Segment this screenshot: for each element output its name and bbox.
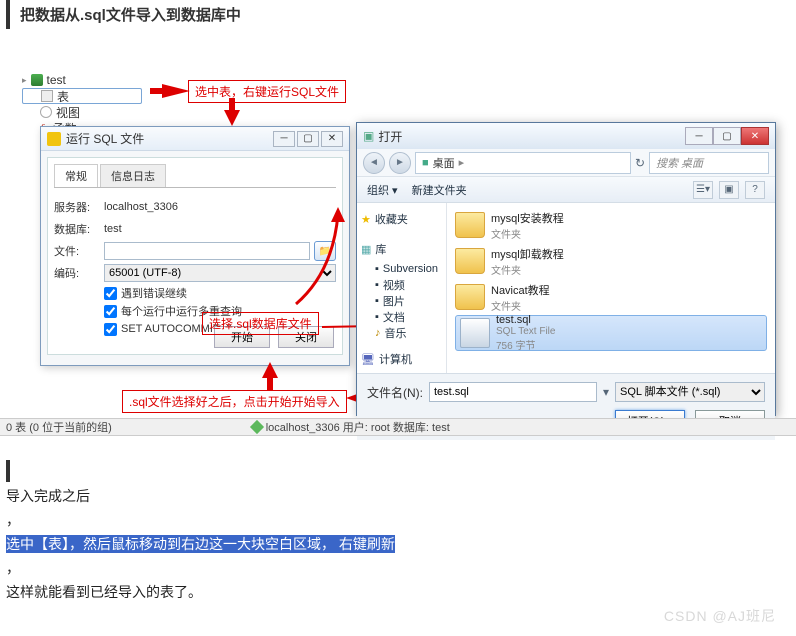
sidebar-pictures[interactable]: ▪图片 [375,293,442,309]
sidebar-computer[interactable]: 🖥计算机 [361,351,442,367]
help-button[interactable]: ? [745,181,765,199]
tab-general[interactable]: 常规 [54,164,98,187]
path-breadcrumb[interactable]: ■桌面▸ [415,152,631,174]
tree-views[interactable]: 视图 [22,104,182,120]
status-left: 0 表 (0 位于当前的组) [6,419,112,435]
view-icon [40,106,52,118]
dialog-icon [47,132,61,146]
post-comma: ， [6,510,20,530]
annotation-click-start: .sql文件选择好之后，点击开始开始导入 [122,390,347,413]
value-database: test [104,223,122,235]
minimize-button[interactable]: ─ [273,131,295,147]
table-icon [41,90,53,102]
file-item-folder[interactable]: mysql卸载教程文件夹 [455,243,767,279]
file-item-folder[interactable]: mysql安装教程文件夹 [455,207,767,243]
value-server: localhost_3306 [104,201,178,213]
dialog-titlebar[interactable]: 运行 SQL 文件 ─ ▢ ✕ [41,127,349,151]
sql-file-icon [460,318,490,348]
sidebar-libraries[interactable]: ▦库 [361,241,442,257]
tree-tables[interactable]: 表 [22,88,142,104]
file-list[interactable]: mysql安装教程文件夹 mysql卸载教程文件夹 Navicat教程文件夹 t… [447,203,775,373]
file-item-folder[interactable]: Navicat教程文件夹 [455,279,767,315]
doc-title: 把数据从.sql文件导入到数据库中 [6,0,790,29]
open-file-dialog: ▣ 打开 ─ ▢ ✕ ◄ ► ■桌面▸ ↻ 搜索 桌面 组织 ▾ 新建文件夹 ☰… [356,122,776,416]
label-database: 数据库: [54,221,104,237]
close-button[interactable]: ✕ [321,131,343,147]
arrow-icon [150,81,190,101]
folder-icon [455,248,485,274]
post-text-3: 这样就能看到已经导入的表了。 [6,582,202,602]
preview-pane-button[interactable]: ▣ [719,181,739,199]
screenshot-area: ▸test 表 视图 fx函数 选中表，右键运行SQL文件 运行 SQL 文件 … [12,60,784,430]
view-mode-button[interactable]: ☰▾ [693,181,713,199]
chk-autocommit[interactable] [104,323,117,336]
label-file: 文件: [54,243,104,259]
post-text-highlighted: 选中【表】，然后鼠标移动到右边这一大块空白区域， 右键刷新 [6,535,395,553]
sidebar-favorites[interactable]: ★收藏夹 [361,211,442,227]
label-server: 服务器: [54,199,104,215]
chk-continue-on-error[interactable] [104,287,117,300]
new-folder-button[interactable]: 新建文件夹 [412,182,467,198]
arrow-up-icon [260,362,280,390]
dialog-tabs: 常规 信息日志 [54,164,336,188]
nav-back-button[interactable]: ◄ [363,152,385,174]
file-filter-select[interactable]: SQL 脚本文件 (*.sql) [615,382,765,402]
chk-multi-query[interactable] [104,305,117,318]
label-encoding: 编码: [54,265,104,281]
nav-forward-button[interactable]: ► [389,152,411,174]
post-text-1: 导入完成之后 [6,486,90,506]
open-dialog-icon: ▣ [363,129,374,143]
open-dialog-titlebar[interactable]: ▣ 打开 ─ ▢ ✕ [357,123,775,149]
file-input[interactable] [104,242,310,260]
sidebar-subversion[interactable]: ▪Subversion [375,261,442,277]
filename-label: 文件名(N): [367,384,423,401]
annotation-select-table: 选中表，右键运行SQL文件 [188,80,346,103]
connection-icon [250,420,264,434]
maximize-button[interactable]: ▢ [713,127,741,145]
file-item-sql-selected[interactable]: test.sqlSQL Text File756 字节 [455,315,767,351]
post-comma2: ， [6,558,20,578]
organize-bar: 组织 ▾ 新建文件夹 ☰▾ ▣ ? [357,177,775,203]
status-connection: localhost_3306 用户: root 数据库: test [266,419,450,435]
organize-menu[interactable]: 组织 ▾ [367,182,398,198]
folder-icon [455,284,485,310]
close-button[interactable]: ✕ [741,127,769,145]
sidebar-videos[interactable]: ▪视频 [375,277,442,293]
sidebar-nav: ★收藏夹 ▦库 ▪Subversion ▪视频 ▪图片 ▪文档 ♪音乐 🖥计算机 [357,203,447,373]
tab-log[interactable]: 信息日志 [100,164,166,187]
filename-input[interactable] [429,382,597,402]
maximize-button[interactable]: ▢ [297,131,319,147]
folder-icon [455,212,485,238]
search-input[interactable]: 搜索 桌面 [649,152,769,174]
sidebar-documents[interactable]: ▪文档 [375,309,442,325]
open-dialog-content: ★收藏夹 ▦库 ▪Subversion ▪视频 ▪图片 ▪文档 ♪音乐 🖥计算机… [357,203,775,373]
database-icon [31,74,43,86]
watermark: CSDN @AJ班尼 [664,606,776,626]
sidebar-music[interactable]: ♪音乐 [375,325,442,341]
open-dialog-nav: ◄ ► ■桌面▸ ↻ 搜索 桌面 [357,149,775,177]
arrow-down-icon [222,98,242,126]
annotation-select-file: 选择.sql数据库文件 [202,312,319,335]
status-bar: 0 表 (0 位于当前的组) localhost_3306 用户: root 数… [0,418,796,436]
minimize-button[interactable]: ─ [685,127,713,145]
arrow-curve-icon [288,212,348,312]
